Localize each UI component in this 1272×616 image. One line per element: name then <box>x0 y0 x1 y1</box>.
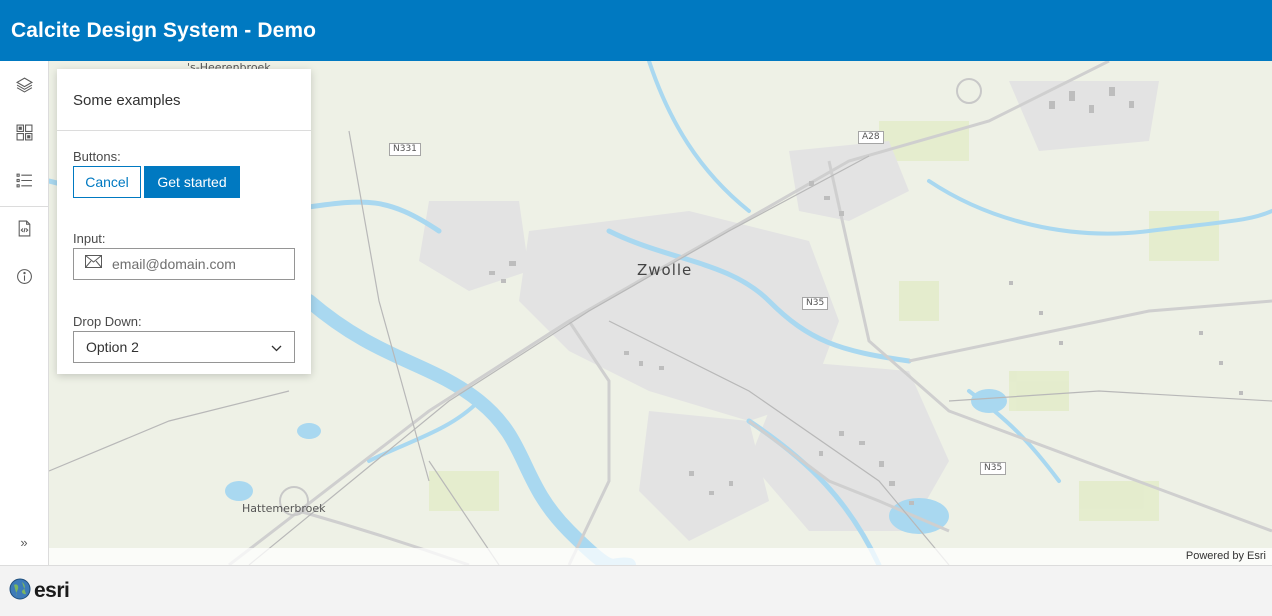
legend-icon <box>16 172 33 194</box>
envelope-icon <box>85 255 102 273</box>
esri-logo-text: esri <box>34 579 70 602</box>
dropdown-value: Option 2 <box>86 339 139 355</box>
attribution-text: Powered by Esri <box>1185 550 1266 562</box>
esri-globe-icon <box>9 578 31 605</box>
action-bar: » <box>0 61 49 565</box>
cancel-button[interactable]: Cancel <box>73 166 141 198</box>
panel-heading: Some examples <box>57 69 311 131</box>
examples-panel: Some examples Buttons: Cancel Get starte… <box>57 69 311 374</box>
input-label: Input: <box>73 231 106 246</box>
information-icon <box>16 268 33 290</box>
buttons-label: Buttons: <box>73 149 121 164</box>
get-started-button[interactable]: Get started <box>144 166 240 198</box>
chevrons-right-icon: » <box>20 534 28 550</box>
code-icon <box>16 220 33 242</box>
email-input[interactable]: email@domain.com <box>73 248 295 280</box>
legend-action[interactable] <box>0 159 48 207</box>
information-action[interactable] <box>0 255 48 303</box>
road-shield: N331 <box>389 143 421 156</box>
map-label-city: Zwolle <box>637 261 693 279</box>
code-action[interactable] <box>0 207 48 255</box>
app-footer: esri <box>0 565 1272 616</box>
collapse-button[interactable]: » <box>0 527 48 557</box>
layers-action[interactable] <box>0 63 48 111</box>
layers-icon <box>15 76 33 98</box>
map-attribution[interactable]: Powered by Esri <box>49 548 1272 565</box>
option-dropdown[interactable]: Option 2 <box>73 331 295 363</box>
road-shield: N35 <box>980 462 1007 475</box>
basemap-action[interactable] <box>0 111 48 159</box>
email-placeholder: email@domain.com <box>112 256 236 272</box>
basemap-icon <box>16 124 33 146</box>
dropdown-label: Drop Down: <box>73 314 142 329</box>
road-shield: A28 <box>858 131 884 144</box>
road-shield: N35 <box>802 297 829 310</box>
chevron-down-icon <box>271 339 282 355</box>
map-label-town: Hattemerbroek <box>242 502 326 515</box>
app-title: Calcite Design System - Demo <box>11 18 317 42</box>
app-header: Calcite Design System - Demo <box>0 0 1272 61</box>
